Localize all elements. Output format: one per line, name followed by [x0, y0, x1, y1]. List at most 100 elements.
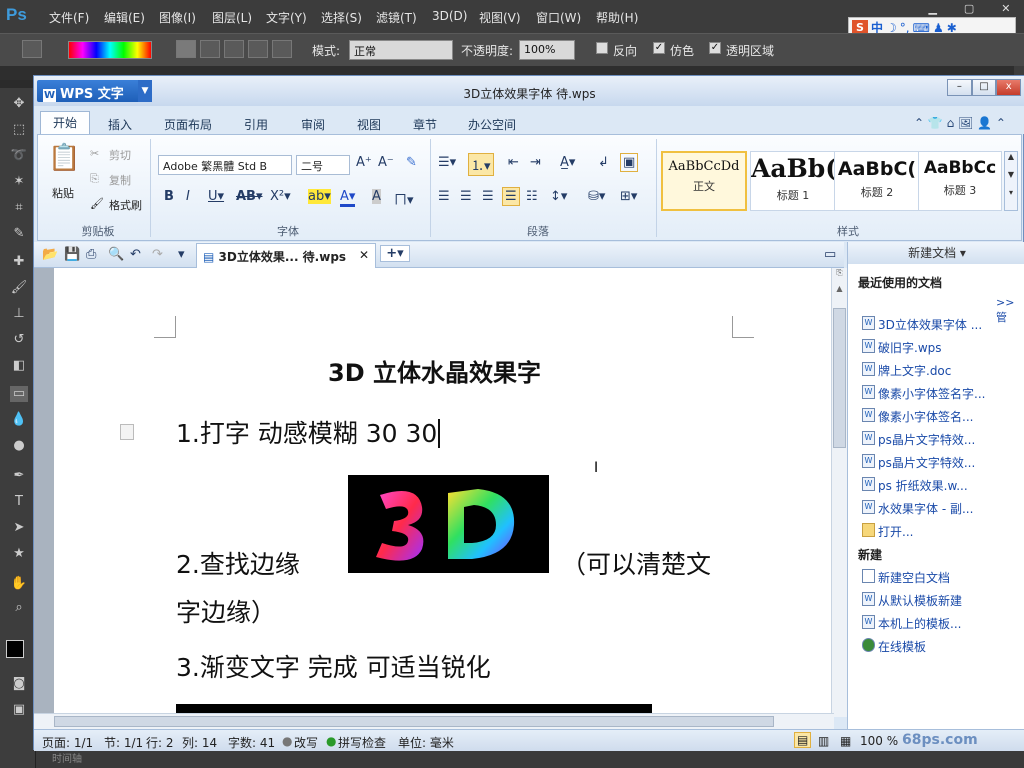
- paste-icon[interactable]: 📋: [48, 143, 80, 177]
- gradient-picker[interactable]: [68, 41, 152, 59]
- lasso-tool-icon[interactable]: ➰: [10, 148, 28, 164]
- page-view-icon[interactable]: ▤: [794, 732, 812, 748]
- screen-mode-icon[interactable]: ▣: [10, 702, 28, 718]
- recent-doc-3[interactable]: 牌上文字.doc: [878, 362, 951, 379]
- cut-button[interactable]: 剪切: [109, 147, 131, 163]
- task-pane-header[interactable]: 新建文档 ▾: [848, 242, 1024, 264]
- restore-icon[interactable]: ▢: [964, 2, 974, 16]
- ps-menu-edit[interactable]: 编辑(E): [104, 9, 145, 26]
- web-view-icon[interactable]: ▥: [818, 734, 829, 748]
- ps-menu-filter[interactable]: 滤镜(T): [376, 9, 417, 26]
- line-3[interactable]: 3.渐变文字 完成 可适当锐化: [176, 648, 491, 684]
- distribute-icon[interactable]: ☷: [526, 189, 538, 204]
- chinese-layout-icon[interactable]: A̲▾: [560, 155, 575, 170]
- close-button[interactable]: x: [996, 79, 1022, 96]
- style-heading-3[interactable]: AaBbCc 标题 3: [918, 151, 1002, 211]
- line-1[interactable]: 1.打字 动感模糊 30 30​: [176, 414, 441, 450]
- tab-home[interactable]: 开始: [40, 111, 90, 134]
- font-color-icon[interactable]: A▾: [340, 189, 356, 207]
- new-blank-doc[interactable]: 新建空白文档: [878, 569, 950, 586]
- close-icon[interactable]: ✕: [1001, 2, 1010, 16]
- print-icon[interactable]: ⎙: [86, 247, 96, 262]
- outline-view-icon[interactable]: ▦: [840, 734, 851, 748]
- numbered-list-icon[interactable]: ⒈▾: [468, 153, 494, 176]
- manage-link[interactable]: >> 管: [996, 296, 1024, 325]
- line-2-wrap[interactable]: 字边缘）: [176, 593, 276, 629]
- reverse-checkbox[interactable]: [596, 42, 608, 54]
- recent-doc-2[interactable]: 破旧字.wps: [878, 339, 942, 356]
- local-templates[interactable]: 本机上的模板...: [878, 615, 961, 632]
- align-right-icon[interactable]: ☰: [482, 189, 494, 204]
- timeline-label[interactable]: 时间轴: [52, 754, 82, 765]
- ps-menu-type[interactable]: 文字(Y): [266, 9, 307, 26]
- tab-office-space[interactable]: 办公空间: [468, 116, 516, 133]
- tab-insert[interactable]: 插入: [108, 116, 132, 133]
- status-zoom[interactable]: 100 %: [860, 734, 898, 748]
- marquee-tool-icon[interactable]: ⬚: [10, 122, 28, 138]
- quick-access-menu-icon[interactable]: ▾: [178, 247, 185, 262]
- bullet-list-icon[interactable]: ☰▾: [438, 155, 456, 170]
- font-size-select[interactable]: 二号: [296, 155, 350, 175]
- pen-tool-icon[interactable]: ✒: [10, 468, 28, 484]
- status-unit[interactable]: 单位: 毫米: [398, 734, 454, 751]
- document-tab[interactable]: ▤ 3D立体效果... 待.wps ✕: [196, 243, 376, 268]
- open-link[interactable]: 打开...: [878, 523, 913, 540]
- magic-wand-icon[interactable]: ✶: [10, 174, 28, 190]
- healing-brush-icon[interactable]: ✚: [10, 254, 28, 270]
- align-center-icon[interactable]: ☰: [460, 189, 472, 204]
- history-brush-icon[interactable]: ↺: [10, 332, 28, 348]
- gradient-tool-preset-icon[interactable]: [22, 40, 42, 58]
- document-heading[interactable]: 3D 立体水晶效果字: [328, 353, 541, 388]
- tab-list-icon[interactable]: ▭: [824, 247, 836, 262]
- recent-doc-6[interactable]: ps晶片文字特效...: [878, 431, 975, 448]
- eraser-icon[interactable]: ◧: [10, 358, 28, 374]
- wps-app-menu[interactable]: W WPS 文字: [37, 80, 152, 102]
- transparency-checkbox[interactable]: ✓: [709, 42, 721, 54]
- strikethrough-icon[interactable]: AB▾: [236, 189, 263, 204]
- decrease-indent-icon[interactable]: ⇤: [508, 155, 519, 170]
- status-page[interactable]: 页面: 1/1: [42, 734, 93, 751]
- chevron-down-icon[interactable]: ▼: [138, 80, 152, 102]
- angle-gradient-icon[interactable]: [224, 40, 244, 58]
- clear-format-icon[interactable]: ✎: [406, 155, 417, 170]
- justify-icon[interactable]: ☰: [502, 187, 520, 206]
- highlight-icon[interactable]: ab▾: [308, 189, 331, 204]
- copy-button[interactable]: 复制: [109, 172, 131, 188]
- paste-button[interactable]: 粘贴: [52, 185, 74, 201]
- mode-select[interactable]: 正常: [349, 40, 453, 60]
- ps-menu-window[interactable]: 窗口(W): [536, 9, 581, 26]
- status-col[interactable]: 列: 14: [182, 734, 217, 751]
- diamond-gradient-icon[interactable]: [272, 40, 292, 58]
- gradient-tool-icon[interactable]: ▭: [10, 386, 28, 402]
- new-tab-button[interactable]: +▾: [380, 245, 410, 262]
- status-overwrite[interactable]: 改写: [294, 734, 318, 751]
- online-templates[interactable]: 在线模板: [878, 638, 926, 655]
- line-2[interactable]: 2.查找边缘: [176, 545, 300, 581]
- tab-page-layout[interactable]: 页面布局: [164, 116, 212, 133]
- brush-tool-icon[interactable]: 🖌: [10, 280, 28, 296]
- status-row[interactable]: 行: 2: [146, 734, 174, 751]
- char-shading-icon[interactable]: A: [372, 189, 381, 204]
- 3d-text-image[interactable]: [348, 475, 549, 573]
- shading-icon[interactable]: ⛁▾: [588, 189, 605, 204]
- border-icon[interactable]: ⊞▾: [620, 189, 637, 204]
- format-painter-icon[interactable]: 🖌: [90, 197, 104, 210]
- recent-doc-5[interactable]: 像素小字体签名...: [878, 408, 973, 425]
- show-marks-icon[interactable]: ▣: [620, 153, 639, 172]
- style-heading-2[interactable]: AaBbC( 标题 2: [834, 151, 920, 211]
- blur-tool-icon[interactable]: 💧: [10, 412, 28, 428]
- path-select-icon[interactable]: ➤: [10, 520, 28, 536]
- shrink-font-icon[interactable]: A⁻: [378, 155, 394, 170]
- zoom-tool-icon[interactable]: ⌕: [10, 600, 28, 616]
- recent-doc-9[interactable]: 水效果字体 - 副...: [878, 500, 973, 517]
- scroll-ruler-icon[interactable]: ⎘: [833, 268, 846, 281]
- print-preview-icon[interactable]: 🔍: [108, 247, 124, 262]
- recent-doc-4[interactable]: 像素小字体签名字...: [878, 385, 985, 402]
- crop-tool-icon[interactable]: ⌗: [10, 200, 28, 216]
- line-2-continued[interactable]: （可以清楚文: [561, 545, 711, 581]
- ps-menu-3d[interactable]: 3D(D): [432, 9, 467, 23]
- style-heading-1[interactable]: AaBb( 标题 1: [750, 151, 836, 211]
- reflected-gradient-icon[interactable]: [248, 40, 268, 58]
- maximize-button[interactable]: □: [971, 79, 997, 96]
- copy-icon[interactable]: ⎘: [90, 172, 99, 186]
